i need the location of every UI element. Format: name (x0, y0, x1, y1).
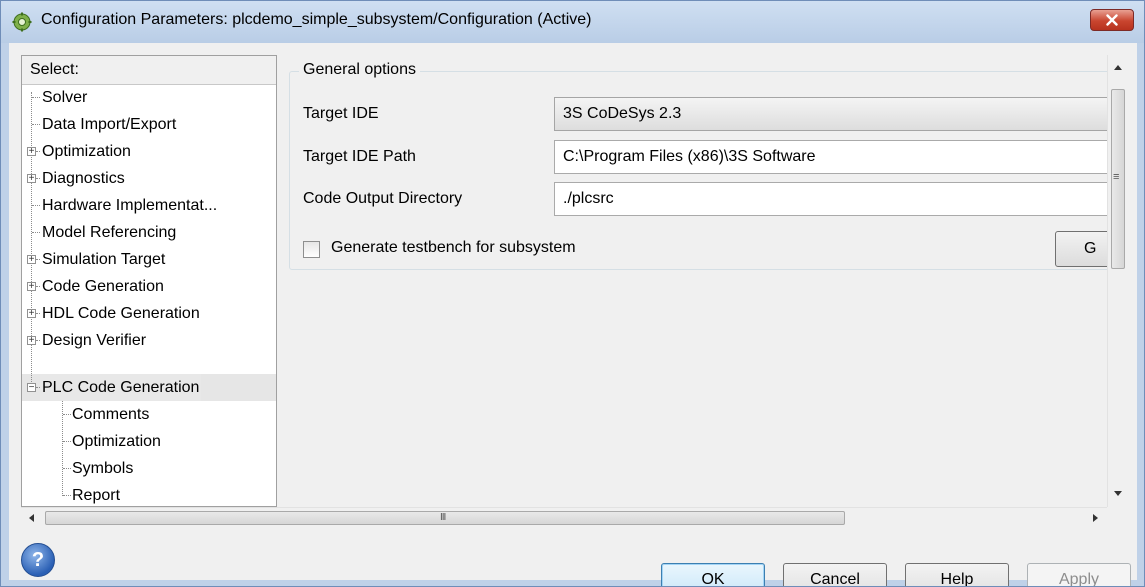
tree-item-label: Model Referencing (42, 224, 177, 241)
scroll-left-arrow-icon[interactable] (29, 514, 34, 522)
help-button[interactable]: Help (905, 563, 1009, 586)
tree-item-label: Hardware Implementat... (42, 197, 218, 214)
collapse-minus-icon[interactable]: − (27, 383, 36, 393)
tree-item-label: PLC Code Generation (40, 374, 202, 401)
tree-item-label: Symbols (72, 460, 134, 477)
ok-button[interactable]: OK (661, 563, 765, 586)
tree-header-label: Select: (30, 61, 79, 78)
tree-header: Select: (22, 56, 276, 85)
tree-item-label: Simulation Target (42, 251, 166, 268)
generate-testbench-checkbox[interactable] (303, 241, 320, 258)
tree-item-label: Design Verifier (42, 332, 147, 349)
dialog-body: Select: Solver Data Import/Export + Opti… (9, 43, 1137, 586)
tree-item-label: HDL Code Generation (42, 305, 200, 322)
tree-item-hardware-implementation[interactable]: Hardware Implementat... (22, 192, 272, 219)
code-output-directory-value: ./plcsrc (563, 190, 614, 207)
tree-connector (32, 205, 40, 206)
tree-connector (32, 97, 40, 98)
tree-item-plc-code-generation[interactable]: − PLC Code Generation (22, 374, 272, 401)
code-output-directory-input[interactable]: ./plcsrc (554, 182, 1107, 216)
vertical-scroll-thumb[interactable]: ≡ (1111, 89, 1125, 269)
tree-item-comments[interactable]: Comments (22, 401, 272, 428)
tree-connector (32, 232, 40, 233)
tree-item-plc-optimization[interactable]: Optimization (22, 428, 272, 455)
tree-item-model-referencing[interactable]: Model Referencing (22, 219, 272, 246)
tree-item-label: Optimization (42, 143, 131, 160)
tree-connector (32, 124, 40, 125)
horizontal-scrollbar[interactable]: III (21, 507, 1107, 528)
tree-item-diagnostics[interactable]: + Diagnostics (22, 165, 272, 192)
horizontal-scroll-thumb[interactable]: III (45, 511, 845, 525)
apply-button[interactable]: Apply (1027, 563, 1131, 586)
expand-plus-icon[interactable]: + (27, 147, 36, 157)
tree-item-report[interactable]: Report (22, 482, 272, 506)
general-options-legend: General options (299, 61, 420, 79)
scroll-grip-icon: ≡ (1113, 171, 1120, 183)
target-ide-path-label: Target IDE Path (303, 148, 416, 165)
tree-item-design-verifier[interactable]: + Design Verifier (22, 327, 272, 354)
tree-item-hdl-code-generation[interactable]: + HDL Code Generation (22, 300, 272, 327)
expand-plus-icon[interactable]: + (27, 336, 36, 346)
close-icon (1106, 14, 1118, 26)
tree-item-label: Report (72, 487, 121, 504)
matlab-config-icon (12, 12, 32, 32)
target-ide-path-value: C:\Program Files (x86)\3S Software (563, 148, 816, 165)
tree-item-label: Optimization (72, 433, 161, 450)
scroll-down-arrow-icon[interactable] (1114, 491, 1122, 496)
cancel-button[interactable]: Cancel (783, 563, 887, 586)
vertical-scrollbar[interactable]: ≡ (1107, 55, 1128, 507)
expand-plus-icon[interactable]: + (27, 255, 36, 265)
target-ide-label: Target IDE (303, 105, 379, 122)
tree-item-label: Comments (72, 406, 150, 423)
expand-plus-icon[interactable]: + (27, 309, 36, 319)
settings-pane: General options Target IDE 3S CoDeSys 2.… (279, 55, 1107, 507)
target-ide-path-input[interactable]: C:\Program Files (x86)\3S Software (554, 140, 1107, 174)
scroll-up-arrow-icon[interactable] (1114, 65, 1122, 70)
config-parameters-window: Configuration Parameters: plcdemo_simple… (0, 0, 1145, 587)
tree-item-label: Solver (42, 89, 88, 106)
tree-item-optimization[interactable]: + Optimization (22, 138, 272, 165)
tree-item-data-import-export[interactable]: Data Import/Export (22, 111, 272, 138)
close-button[interactable] (1090, 9, 1134, 31)
generate-code-button[interactable]: G (1055, 231, 1107, 267)
scroll-grip-icon: III (440, 512, 446, 523)
tree-item-simulation-target[interactable]: + Simulation Target (22, 246, 272, 273)
tree-item-label: Diagnostics (42, 170, 125, 187)
category-tree: Select: Solver Data Import/Export + Opti… (21, 55, 277, 507)
tree-item-symbols[interactable]: Symbols (22, 455, 272, 482)
expand-plus-icon[interactable]: + (27, 282, 36, 292)
title-bar[interactable]: Configuration Parameters: plcdemo_simple… (1, 1, 1144, 43)
tree-item-label: Data Import/Export (42, 116, 177, 133)
target-ide-value: 3S CoDeSys 2.3 (563, 105, 682, 122)
window-title: Configuration Parameters: plcdemo_simple… (41, 11, 592, 28)
expand-plus-icon[interactable]: + (27, 174, 36, 184)
help-question-icon[interactable]: ? (21, 543, 55, 577)
generate-testbench-label[interactable]: Generate testbench for subsystem (331, 239, 576, 257)
tree-item-code-generation[interactable]: + Code Generation (22, 273, 272, 300)
target-ide-select[interactable]: 3S CoDeSys 2.3 (554, 97, 1107, 131)
scroll-right-arrow-icon[interactable] (1093, 514, 1098, 522)
tree-item-label: Code Generation (42, 278, 164, 295)
tree-item-solver[interactable]: Solver (22, 84, 272, 111)
code-output-directory-label: Code Output Directory (303, 190, 463, 207)
